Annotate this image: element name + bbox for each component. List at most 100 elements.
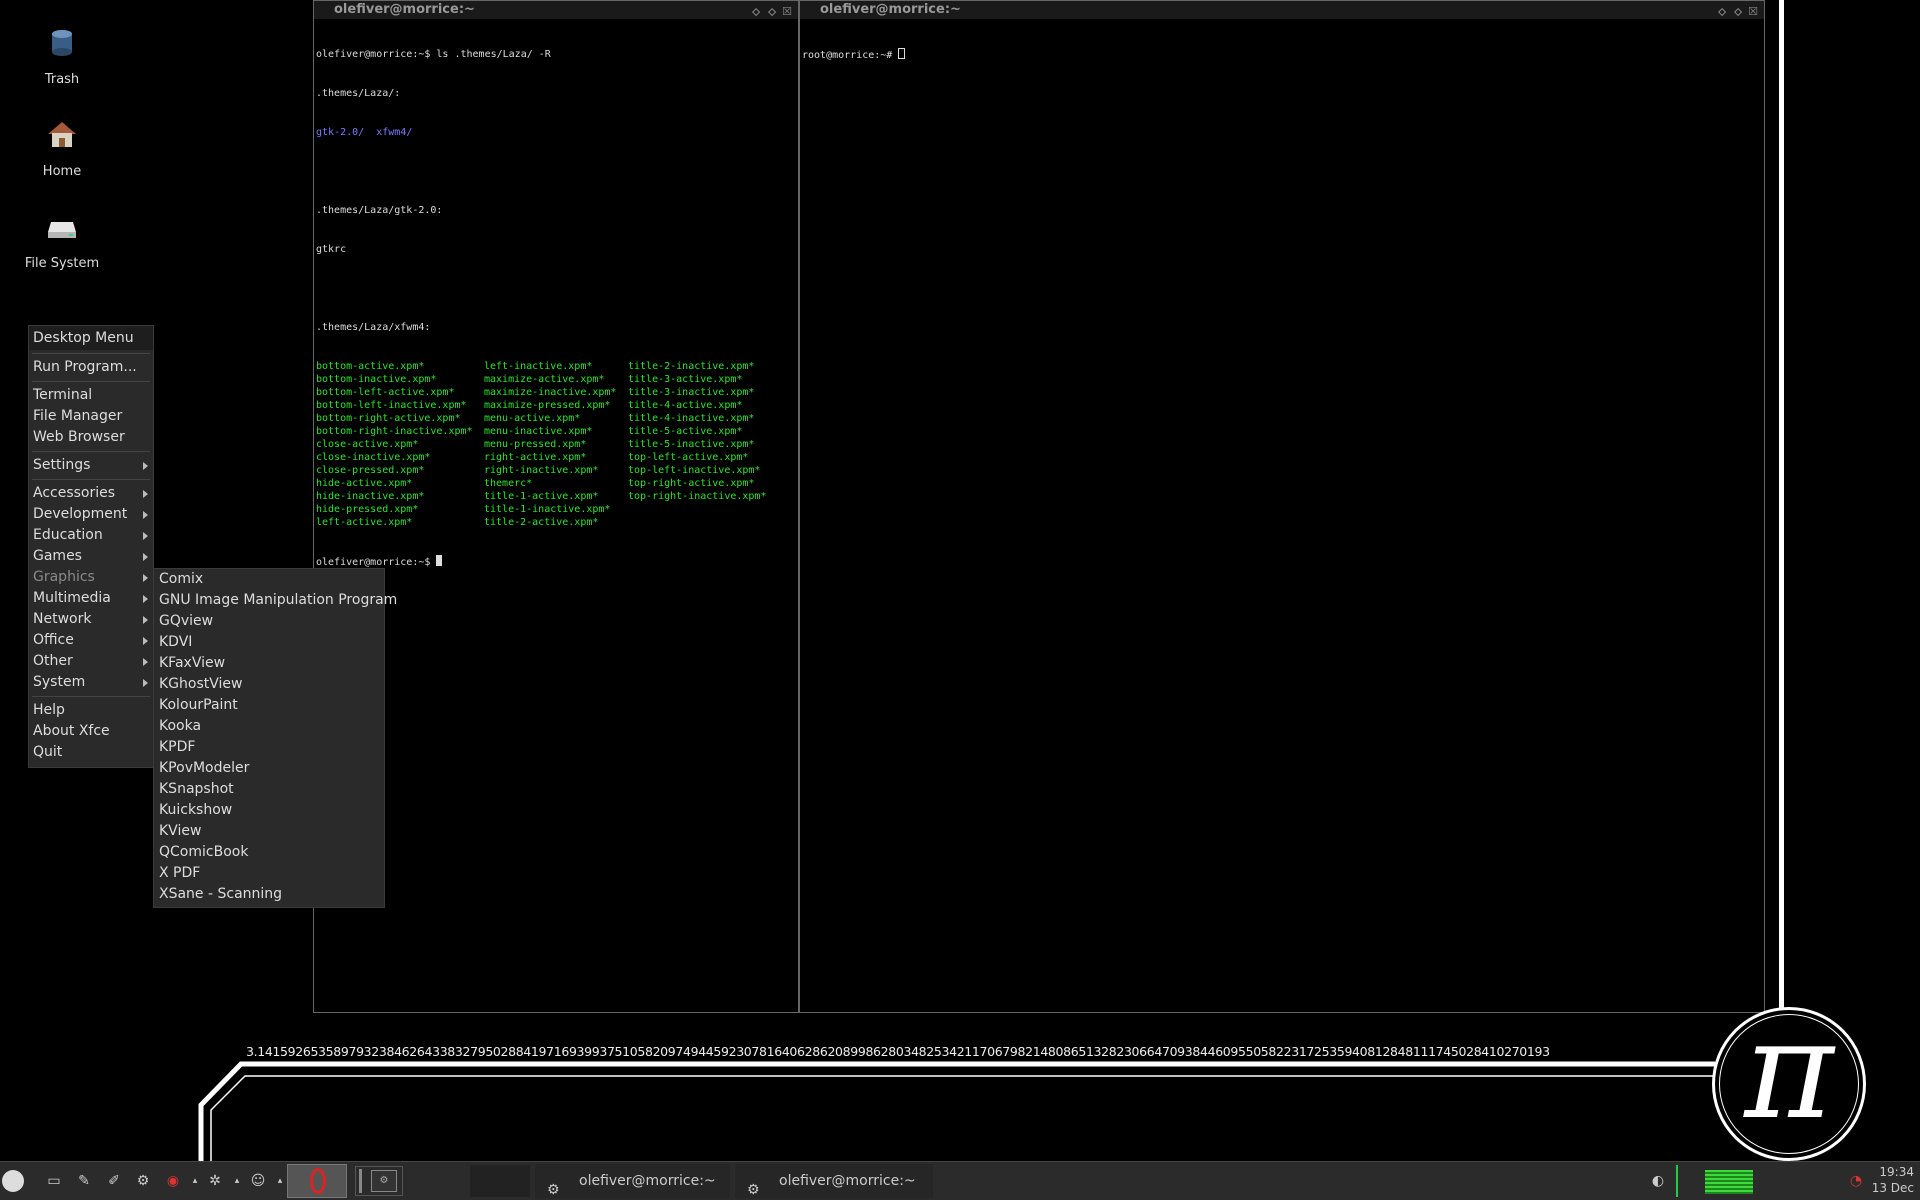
submenu-item-xsane-scanning[interactable]: XSane - Scanning [154,884,384,905]
desktop-menu[interactable]: Desktop Menu Run Program... Terminal File … [28,325,154,768]
terminal-window-right[interactable]: olefiver@morrice:~ ⬦ ⬦ ☒ root@morrice:~# [799,0,1765,1013]
menu-item-settings[interactable]: Settings [29,455,153,476]
menu-item-label: Web Browser [33,429,125,445]
submenu-item-gqview[interactable]: GQview [154,611,384,632]
submenu-item-kooka[interactable]: Kooka [154,716,384,737]
file-manager-launcher-icon[interactable]: ✎ [72,1169,96,1193]
menu-item-education[interactable]: Education [29,525,153,546]
menu-item-system[interactable]: System [29,672,153,693]
workspace-1-button[interactable] [287,1164,347,1198]
submenu-item-kghostview[interactable]: KGhostView [154,674,384,695]
submenu-item-kdvi[interactable]: KDVI [154,632,384,653]
editor-launcher-icon[interactable]: ✐ [102,1169,126,1193]
menu-separator [29,350,153,357]
menu-separator [29,378,153,385]
opera-icon [310,1168,326,1194]
workspace-2-button[interactable]: ⚙ [355,1166,403,1196]
opera-launcher-icon[interactable]: ◉ [161,1169,185,1193]
submenu-item-kfaxview[interactable]: KFaxView [154,653,384,674]
menu-item-network[interactable]: Network [29,609,153,630]
app-launcher-icon[interactable]: ✲ [203,1169,227,1193]
menu-item-terminal[interactable]: Terminal [29,385,153,406]
settings-launcher-icon[interactable]: ⚙ [131,1169,155,1193]
menu-item-web-browser[interactable]: Web Browser [29,427,153,448]
menu-item-label: System [33,674,86,690]
terminal-content[interactable]: olefiver@morrice:~$ ls .themes/Laza/ -R … [314,19,798,598]
submenu-item-kview[interactable]: KView [154,821,384,842]
decorative-frame [198,1061,1715,1162]
taskbar: ▭ ✎ ✐ ⚙ ◉ ▴ ✲ ▴ ☺ ▴ ⚙ ⚙ olefiver@morrice… [0,1161,1920,1200]
dir-entry: gtk-2.0/ [316,127,365,138]
menu-item-help[interactable]: Help [29,700,153,721]
menu-item-label: Accessories [33,485,116,501]
desktop-icon-trash[interactable]: Trash [22,26,102,87]
menu-item-games[interactable]: Games [29,546,153,567]
submenu-item-gnu-image-manipulation-program[interactable]: GNU Image Manipulation Program [154,590,397,611]
submenu-item-kpovmodeler[interactable]: KPovModeler [154,758,384,779]
terminal-launcher-icon[interactable]: ▭ [42,1169,66,1193]
shade-icon[interactable]: ⬦ [768,3,776,21]
submenu-item-qcomicbook[interactable]: QComicBook [154,842,384,863]
menu-item-accessories[interactable]: Accessories [29,483,153,504]
file-column: title-2-inactive.xpm* title-3-active.xpm*… [628,360,766,529]
submenu-item-kpdf[interactable]: KPDF [154,737,384,758]
xfce-menu-button[interactable] [2,1170,24,1192]
submenu-item-x-pdf[interactable]: X PDF [154,863,384,884]
file-entry: left-active.xpm* [316,517,413,528]
file-entry: top-right-inactive.xpm* [628,491,767,502]
terminal-content[interactable]: root@morrice:~# [800,19,1764,91]
submenu-arrow-icon [143,553,148,561]
terminal-line: .themes/Laza/xfwm4: [316,322,431,333]
clock-date: 13 Dec [1871,1181,1914,1195]
pin-icon[interactable]: ⬦ [1718,3,1726,21]
task-button-terminal[interactable]: ⚙ olefiver@morrice:~ [735,1164,933,1198]
close-icon[interactable]: ☒ [782,3,792,21]
terminal-thumb-icon: ⚙ [371,1170,397,1192]
file-entry: title-2-active.xpm* [484,517,599,528]
file-entry: title-1-inactive.xpm* [484,504,611,515]
submenu-arrow-icon [143,679,148,687]
menu-item-about-xfce[interactable]: About Xfce [29,721,153,742]
pin-icon[interactable]: ⬦ [752,3,760,21]
file-entry: title-5-inactive.xpm* [628,439,755,450]
terminal-cursor [898,48,906,59]
terminal-cursor [436,555,443,566]
terminal-line: .themes/Laza/gtk-2.0: [316,205,443,216]
submenu-item-ksnapshot[interactable]: KSnapshot [154,779,384,800]
file-entry: hide-inactive.xpm* [316,491,425,502]
tray-app-icon[interactable]: ◐ [1646,1169,1670,1193]
face-launcher-icon[interactable]: ☺ [246,1169,270,1193]
file-entry: menu-active.xpm* [484,413,581,424]
menu-item-file-manager[interactable]: File Manager [29,406,153,427]
menu-item-quit[interactable]: Quit [29,742,153,763]
clock[interactable]: 19:34 13 Dec [1872,1164,1914,1196]
menu-item-development[interactable]: Development [29,504,153,525]
desktop-icon-home[interactable]: Home [22,118,102,179]
terminal-titlebar[interactable]: olefiver@morrice:~ ⬦ ⬦ ☒ [314,1,798,19]
desktop-icon-filesystem[interactable]: File System [22,210,102,271]
terminal-titlebar[interactable]: olefiver@morrice:~ ⬦ ⬦ ☒ [800,1,1764,19]
submenu-item-kolourpaint[interactable]: KolourPaint [154,695,384,716]
terminal-window-left[interactable]: olefiver@morrice:~ ⬦ ⬦ ☒ olefiver@morric… [313,0,799,1013]
file-entry: hide-active.xpm* [316,478,413,489]
menu-item-multimedia[interactable]: Multimedia [29,588,153,609]
menu-item-run-program[interactable]: Run Program... [29,357,153,378]
graphics-submenu[interactable]: Comix GNU Image Manipulation Program GQvie… [153,568,397,908]
volume-icon[interactable]: ◔ [1844,1169,1868,1193]
shade-icon[interactable]: ⬦ [1734,3,1742,21]
file-entry: themerc* [484,478,533,489]
menu-item-graphics[interactable]: Graphics [29,567,153,588]
terminal-prompt: root@morrice:~# [802,48,1762,62]
submenu-item-comix[interactable]: Comix [154,569,384,590]
drive-icon [48,222,76,238]
menu-item-office[interactable]: Office [29,630,153,651]
file-entry: maximize-pressed.xpm* [484,400,611,411]
submenu-item-kuickshow[interactable]: Kuickshow [154,800,384,821]
close-icon[interactable]: ☒ [1748,3,1758,21]
workspace-3-button[interactable] [470,1165,530,1197]
task-button-terminal[interactable]: ⚙ olefiver@morrice:~ [535,1164,730,1198]
file-entry: bottom-left-active.xpm* [316,387,455,398]
clock-time: 19:34 [1879,1165,1914,1179]
menu-header: Desktop Menu [29,326,153,350]
menu-item-other[interactable]: Other [29,651,153,672]
